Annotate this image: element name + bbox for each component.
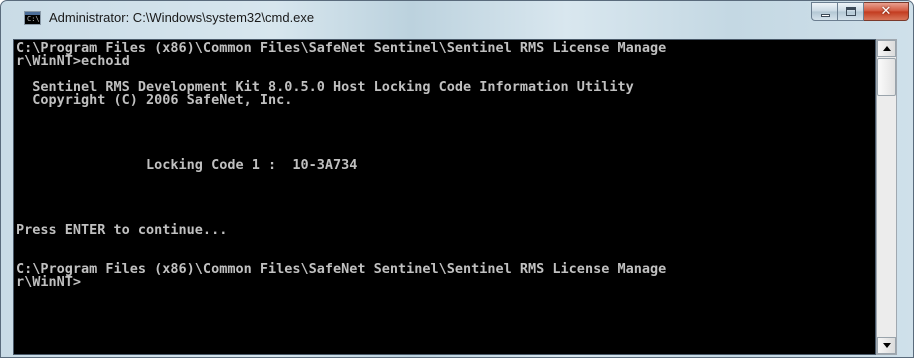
console-line: Locking Code 1 : 10-3A734 [16, 157, 358, 173]
minimize-icon [821, 14, 830, 17]
console-line: Press ENTER to continue... [16, 222, 228, 238]
scroll-up-arrow-icon [883, 46, 891, 51]
maximize-icon [846, 7, 856, 16]
scroll-down-button[interactable] [877, 337, 896, 354]
window-title: Administrator: C:\Windows\system32\cmd.e… [49, 10, 315, 25]
title-bar[interactable]: C:\ Administrator: C:\Windows\system32\c… [1, 1, 913, 39]
console-line: r\WinNT> [16, 274, 82, 290]
console-line: Copyright (C) 2006 SafeNet, Inc. [16, 92, 293, 108]
scroll-up-button[interactable] [877, 40, 896, 57]
console-output[interactable]: C:\Program Files (x86)\Common Files\Safe… [13, 39, 876, 355]
console-line: r\WinNT>echoid [16, 53, 130, 69]
console-text: C:\Program Files (x86)\Common Files\Safe… [14, 40, 875, 289]
vertical-scrollbar[interactable] [876, 39, 897, 355]
window-frame-right [897, 39, 913, 357]
scroll-down-arrow-icon [883, 343, 891, 348]
cmd-icon[interactable]: C:\ [24, 11, 41, 25]
window-controls: ✕ [811, 2, 909, 23]
close-icon: ✕ [880, 4, 892, 19]
scroll-thumb[interactable] [877, 58, 896, 96]
console-line: C:\Program Files (x86)\Common Files\Safe… [16, 261, 667, 277]
cmd-window: C:\ Administrator: C:\Windows\system32\c… [0, 0, 914, 358]
minimize-button[interactable] [811, 2, 838, 21]
close-button[interactable]: ✕ [864, 2, 909, 21]
maximize-button[interactable] [838, 2, 864, 21]
